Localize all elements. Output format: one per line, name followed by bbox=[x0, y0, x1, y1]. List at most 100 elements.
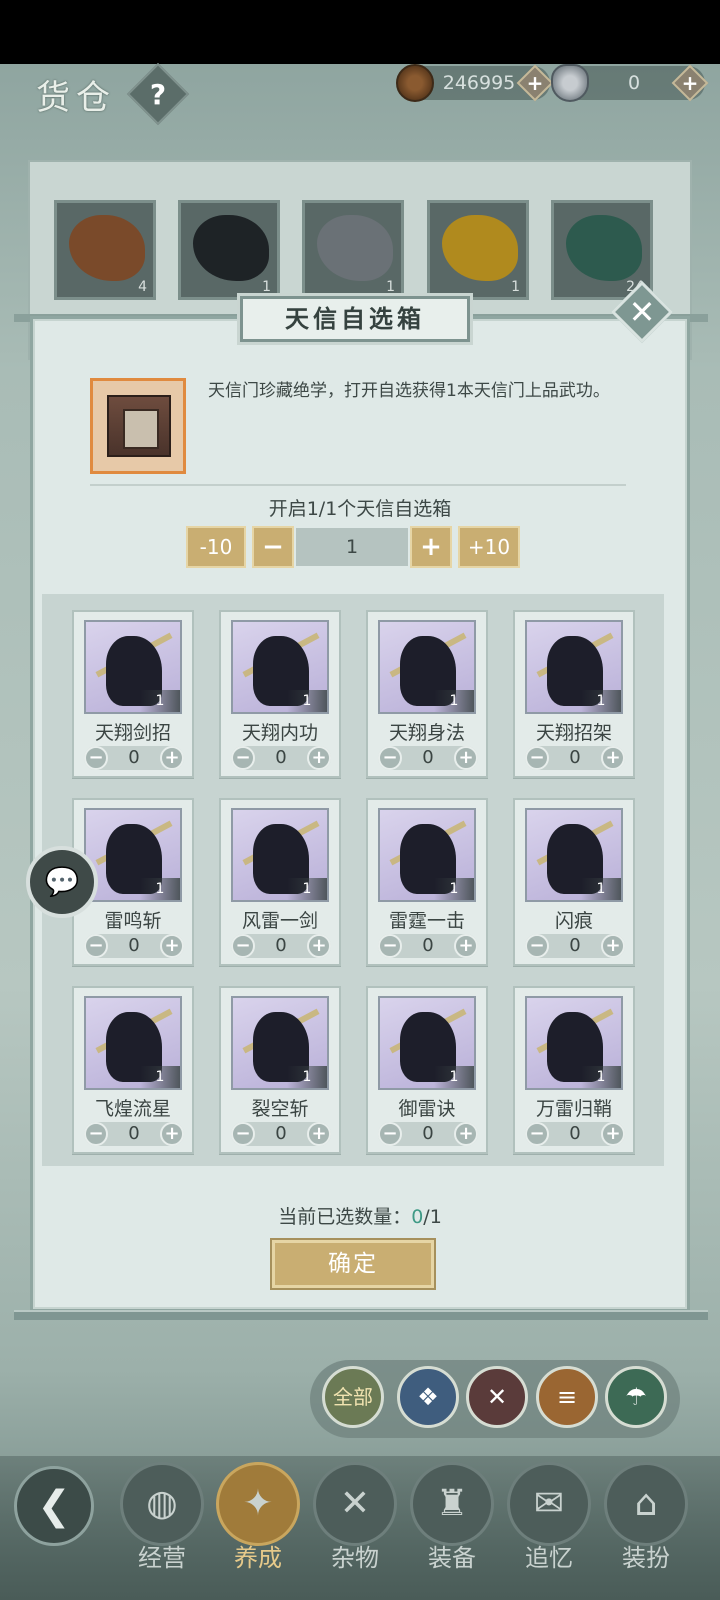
quantity-stepper: −0 + bbox=[525, 746, 625, 770]
nav-icon: ♜ bbox=[435, 1483, 469, 1524]
nav-label: 装备 bbox=[428, 1544, 476, 1572]
option-card[interactable]: 1 御雷诀 −0 + bbox=[366, 986, 488, 1154]
decrease-button[interactable]: − bbox=[525, 1122, 549, 1146]
increase-button[interactable]: + bbox=[307, 934, 331, 958]
stepper-value: 0 bbox=[275, 1123, 287, 1144]
item-count: 1 bbox=[434, 878, 474, 900]
plus-10-button[interactable]: +10 bbox=[458, 526, 520, 568]
option-name: 天翔内功 bbox=[241, 722, 318, 744]
option-card[interactable]: 1 天翔身法 −0 + bbox=[366, 610, 488, 778]
nav-item[interactable]: ♜ 装备 bbox=[408, 1462, 496, 1600]
filter-tab-weapons[interactable]: ✕ bbox=[466, 1366, 528, 1428]
nav-item[interactable]: ◍ 经营 bbox=[118, 1462, 206, 1600]
back-button[interactable]: ❮ bbox=[14, 1466, 94, 1546]
option-card[interactable]: 1 闪痕 −0 + bbox=[513, 798, 635, 966]
open-count-label: 开启1/1个天信自选箱 bbox=[268, 498, 452, 520]
nav-item[interactable]: ✦ 养成 bbox=[214, 1462, 302, 1600]
minus-1-button[interactable]: − bbox=[252, 526, 294, 568]
option-card[interactable]: 1 万雷归鞘 −0 + bbox=[513, 986, 635, 1154]
decrease-button[interactable]: − bbox=[84, 746, 108, 770]
item-count: 1 bbox=[386, 279, 395, 295]
crossed-swords-icon: ✕ bbox=[486, 1383, 508, 1411]
nav-label: 装扮 bbox=[622, 1544, 670, 1572]
martial-art-portrait: 1 bbox=[231, 996, 329, 1090]
increase-button[interactable]: + bbox=[307, 746, 331, 770]
option-card[interactable]: 1 风雷一剑 −0 + bbox=[219, 798, 341, 966]
decrease-button[interactable]: − bbox=[525, 934, 549, 958]
quantity-stepper: −0 + bbox=[231, 746, 331, 770]
option-name: 天翔招架 bbox=[535, 722, 612, 744]
option-card[interactable]: 1 飞煌流星 −0 + bbox=[72, 986, 194, 1154]
copper-coin-icon bbox=[396, 64, 434, 102]
page-title: 货仓 bbox=[36, 78, 116, 118]
martial-art-portrait: 1 bbox=[231, 808, 329, 902]
decrease-button[interactable]: − bbox=[84, 1122, 108, 1146]
decrease-button[interactable]: − bbox=[231, 746, 255, 770]
option-card[interactable]: 1 天翔内功 −0 + bbox=[219, 610, 341, 778]
quantity-stepper: −0 + bbox=[378, 934, 478, 958]
increase-button[interactable]: + bbox=[454, 934, 478, 958]
stepper-value: 0 bbox=[275, 935, 287, 956]
increase-button[interactable]: + bbox=[454, 746, 478, 770]
filter-tab-pouch[interactable]: ❖ bbox=[397, 1366, 459, 1428]
decrease-button[interactable]: − bbox=[378, 1122, 402, 1146]
option-name: 御雷诀 bbox=[398, 1098, 456, 1120]
decrease-button[interactable]: − bbox=[525, 746, 549, 770]
increase-button[interactable]: + bbox=[601, 1122, 625, 1146]
nav-item[interactable]: ✕ 杂物 bbox=[311, 1462, 399, 1600]
nav-item[interactable]: ✉ 追忆 bbox=[505, 1462, 593, 1600]
option-name: 雷霆一击 bbox=[388, 910, 465, 932]
stepper-value: 0 bbox=[422, 1123, 434, 1144]
divider bbox=[90, 484, 626, 486]
quantity-input[interactable]: 1 bbox=[296, 528, 408, 566]
option-card[interactable]: 1 天翔剑招 −0 + bbox=[72, 610, 194, 778]
option-card[interactable]: 1 裂空斩 −0 + bbox=[219, 986, 341, 1154]
inventory-slot[interactable]: 1 bbox=[178, 200, 280, 300]
item-count: 1 bbox=[140, 1066, 180, 1088]
inventory-slot[interactable]: 1 bbox=[427, 200, 529, 300]
quantity-stepper: −0 + bbox=[84, 934, 184, 958]
option-card[interactable]: 1 天翔招架 −0 + bbox=[513, 610, 635, 778]
increase-button[interactable]: + bbox=[307, 1122, 331, 1146]
increase-button[interactable]: + bbox=[160, 746, 184, 770]
silver-ingot-icon bbox=[551, 64, 589, 102]
martial-art-portrait: 1 bbox=[378, 996, 476, 1090]
decrease-button[interactable]: − bbox=[378, 746, 402, 770]
plus-icon: + bbox=[526, 71, 544, 95]
chat-button[interactable]: 💬 bbox=[26, 846, 98, 918]
plus-1-button[interactable]: + bbox=[410, 526, 452, 568]
filter-tab-all[interactable]: 全部 bbox=[322, 1366, 384, 1428]
selected-label: 当前已选数量： bbox=[278, 1206, 412, 1228]
increase-button[interactable]: + bbox=[601, 746, 625, 770]
decrease-button[interactable]: − bbox=[378, 934, 402, 958]
inventory-slot[interactable]: 1 bbox=[302, 200, 404, 300]
nav-item[interactable]: ⌂ 装扮 bbox=[602, 1462, 690, 1600]
increase-button[interactable]: + bbox=[454, 1122, 478, 1146]
ore-icon bbox=[193, 215, 269, 281]
martial-art-portrait: 1 bbox=[84, 996, 182, 1090]
stepper-value: 0 bbox=[128, 935, 140, 956]
increase-button[interactable]: + bbox=[160, 934, 184, 958]
decrease-button[interactable]: − bbox=[231, 934, 255, 958]
item-count: 1 bbox=[262, 279, 271, 295]
dialog-title: 天信自选箱 bbox=[240, 296, 470, 342]
item-count: 1 bbox=[140, 878, 180, 900]
martial-art-portrait: 1 bbox=[378, 620, 476, 714]
item-count: 1 bbox=[140, 690, 180, 712]
item-count: 1 bbox=[511, 279, 520, 295]
nav-icon: ✕ bbox=[339, 1483, 371, 1524]
decrease-button[interactable]: − bbox=[84, 934, 108, 958]
item-count: 4 bbox=[138, 279, 147, 295]
increase-button[interactable]: + bbox=[601, 934, 625, 958]
increase-button[interactable]: + bbox=[160, 1122, 184, 1146]
quantity-stepper: −0 + bbox=[525, 934, 625, 958]
close-icon: ✕ bbox=[628, 293, 656, 331]
ore-icon bbox=[69, 215, 145, 281]
option-card[interactable]: 1 雷霆一击 −0 + bbox=[366, 798, 488, 966]
minus-10-button[interactable]: -10 bbox=[186, 526, 246, 568]
decrease-button[interactable]: − bbox=[231, 1122, 255, 1146]
inventory-slot[interactable]: 4 bbox=[54, 200, 156, 300]
filter-tab-misc[interactable]: ☂ bbox=[605, 1366, 667, 1428]
confirm-button[interactable]: 确定 bbox=[272, 1240, 434, 1288]
filter-tab-materials[interactable]: ≡ bbox=[536, 1366, 598, 1428]
